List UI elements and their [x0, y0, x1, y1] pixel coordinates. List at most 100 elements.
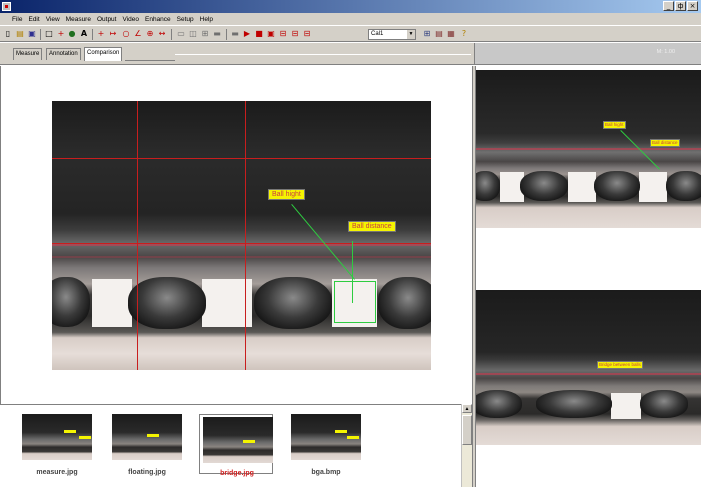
layer-line [52, 256, 431, 258]
thumbnail-bga[interactable]: bga.bmp [289, 414, 363, 476]
new-file-icon[interactable]: ▯ [3, 29, 13, 39]
zoom-icon[interactable]: ● [67, 29, 77, 39]
tab-annotation[interactable]: Annotation [46, 48, 81, 60]
annotation-label-bridge[interactable]: Bridge between balls [597, 361, 643, 369]
comparison-image-bottom[interactable]: Bridge between balls [476, 290, 701, 445]
solder-ball [666, 171, 701, 201]
scroll-up-icon[interactable]: ▲ [462, 404, 472, 413]
thumbnail-label: bridge.jpg [220, 470, 254, 477]
distance-tool-icon[interactable]: ↦ [108, 29, 118, 39]
layout-compare-icon[interactable]: ▬ [212, 29, 222, 39]
solder-ball [476, 390, 522, 418]
tab-strip-line [125, 60, 175, 61]
thumbnail-floating[interactable]: floating.jpg [110, 414, 184, 476]
calibration-value: Cal1 [371, 31, 384, 37]
calibration-select[interactable]: Cal1 ▼ [368, 29, 416, 40]
tab-comparison[interactable]: Comparison [84, 47, 123, 61]
thumbnail-bridge[interactable]: bridge.jpg [199, 414, 273, 477]
split-h-icon[interactable]: ⊟ [290, 29, 300, 39]
layer-line [476, 373, 701, 375]
annotation-label-ball-hight[interactable]: Ball hight [603, 121, 626, 129]
measurement-box[interactable] [334, 281, 376, 323]
title-bar: _ ф × [0, 0, 701, 13]
thumbnail-image [22, 414, 92, 460]
close-button[interactable]: × [687, 1, 698, 11]
thumbnail-annotation [243, 440, 255, 443]
maximize-button[interactable]: ф [675, 1, 686, 11]
ball-gap [611, 393, 641, 419]
window-controls: _ ф × [663, 1, 698, 11]
center-tool-icon[interactable]: ⊕ [145, 29, 155, 39]
comparison-header: M: 1.00 [474, 43, 701, 64]
report-icon[interactable]: ▤ [434, 29, 444, 39]
menu-video[interactable]: Video [122, 16, 139, 23]
play-icon[interactable]: ▶ [242, 29, 252, 39]
minus-icon[interactable]: ⊟ [278, 29, 288, 39]
select-rect-icon[interactable]: □ [44, 29, 54, 39]
angle-tool-icon[interactable]: ∠ [133, 29, 143, 39]
video-icon[interactable]: ▬ [230, 29, 240, 39]
capture-icon[interactable]: ▣ [266, 29, 276, 39]
stop-icon[interactable]: ■ [254, 29, 264, 39]
grid-icon[interactable]: ⊞ [422, 29, 432, 39]
app-icon[interactable] [2, 2, 11, 11]
menu-output[interactable]: Output [97, 16, 117, 23]
point-tool-icon[interactable]: + [96, 29, 106, 39]
layout-split-icon[interactable]: ◫ [188, 29, 198, 39]
chevron-down-icon[interactable]: ▼ [407, 30, 415, 39]
toolbar-separator [226, 29, 227, 40]
layer-line [52, 244, 431, 246]
toolbar-separator [171, 29, 172, 40]
solder-ball [640, 390, 688, 418]
layout-single-icon[interactable]: ▭ [176, 29, 186, 39]
measure-line-horizontal[interactable] [52, 158, 431, 159]
menu-help[interactable]: Help [200, 16, 213, 23]
crosshair-icon[interactable]: + [56, 29, 66, 39]
annotation-label-ball-distance[interactable]: Ball distance [348, 221, 396, 232]
layer-line [476, 148, 701, 150]
thumbnail-image [203, 417, 273, 463]
split-v-icon[interactable]: ⊟ [302, 29, 312, 39]
tab-measure[interactable]: Measure [13, 48, 43, 60]
toolbar: ▯ ▤ ▣ □ + ● A + ↦ ○ ∠ ⊕ ↔ ▭ ◫ ⊞ ▬ ▬ ▶ ■ … [0, 25, 701, 42]
calibrate-icon[interactable]: ▦ [446, 29, 456, 39]
solder-ball [128, 277, 206, 329]
thumbnail-image [291, 414, 361, 460]
circle-tool-icon[interactable]: ○ [121, 29, 131, 39]
thumbnail-annotation [79, 436, 91, 439]
open-folder-icon[interactable]: ▤ [15, 29, 25, 39]
annotation-label-ball-hight[interactable]: Ball hight [268, 189, 305, 200]
solder-ball [476, 171, 500, 201]
comparison-bottom-background [476, 290, 701, 445]
thumbnail-measure[interactable]: measure.jpg [20, 414, 94, 476]
thumbnail-scrollbar[interactable]: ▲ [461, 404, 472, 487]
menu-measure[interactable]: Measure [66, 16, 91, 23]
thumbnail-annotation [335, 430, 347, 433]
layout-grid-icon[interactable]: ⊞ [200, 29, 210, 39]
save-icon[interactable]: ▣ [27, 29, 37, 39]
measure-line-vertical[interactable] [137, 101, 138, 370]
toolbar-separator [92, 29, 93, 40]
solder-ball [52, 277, 90, 327]
menu-edit[interactable]: Edit [28, 16, 39, 23]
scrollbar-thumb[interactable] [462, 415, 472, 445]
annotation-label-ball-distance[interactable]: Ball distance [650, 139, 680, 147]
comparison-header-text: M: 1.00 [656, 49, 675, 55]
measure-line-horizontal[interactable] [52, 243, 431, 244]
help-icon[interactable]: ? [459, 29, 469, 39]
menu-view[interactable]: View [46, 16, 60, 23]
main-image-viewer[interactable]: Ball hight Ball distance [52, 101, 431, 370]
width-tool-icon[interactable]: ↔ [157, 29, 167, 39]
minimize-button[interactable]: _ [663, 1, 674, 11]
text-tool-icon[interactable]: A [79, 29, 89, 39]
solder-ball [536, 390, 612, 418]
comparison-image-top[interactable]: Ball hight Ball distance [476, 70, 701, 228]
menu-bar: File Edit View Measure Output Video Enha… [0, 13, 701, 25]
measure-line-vertical[interactable] [245, 101, 246, 370]
thumbnail-annotation [147, 434, 159, 437]
menu-enhance[interactable]: Enhance [145, 16, 171, 23]
thumbnail-label: bga.bmp [311, 469, 341, 476]
menu-setup[interactable]: Setup [177, 16, 194, 23]
toolbar-separator [40, 29, 41, 40]
menu-file[interactable]: File [12, 16, 22, 23]
